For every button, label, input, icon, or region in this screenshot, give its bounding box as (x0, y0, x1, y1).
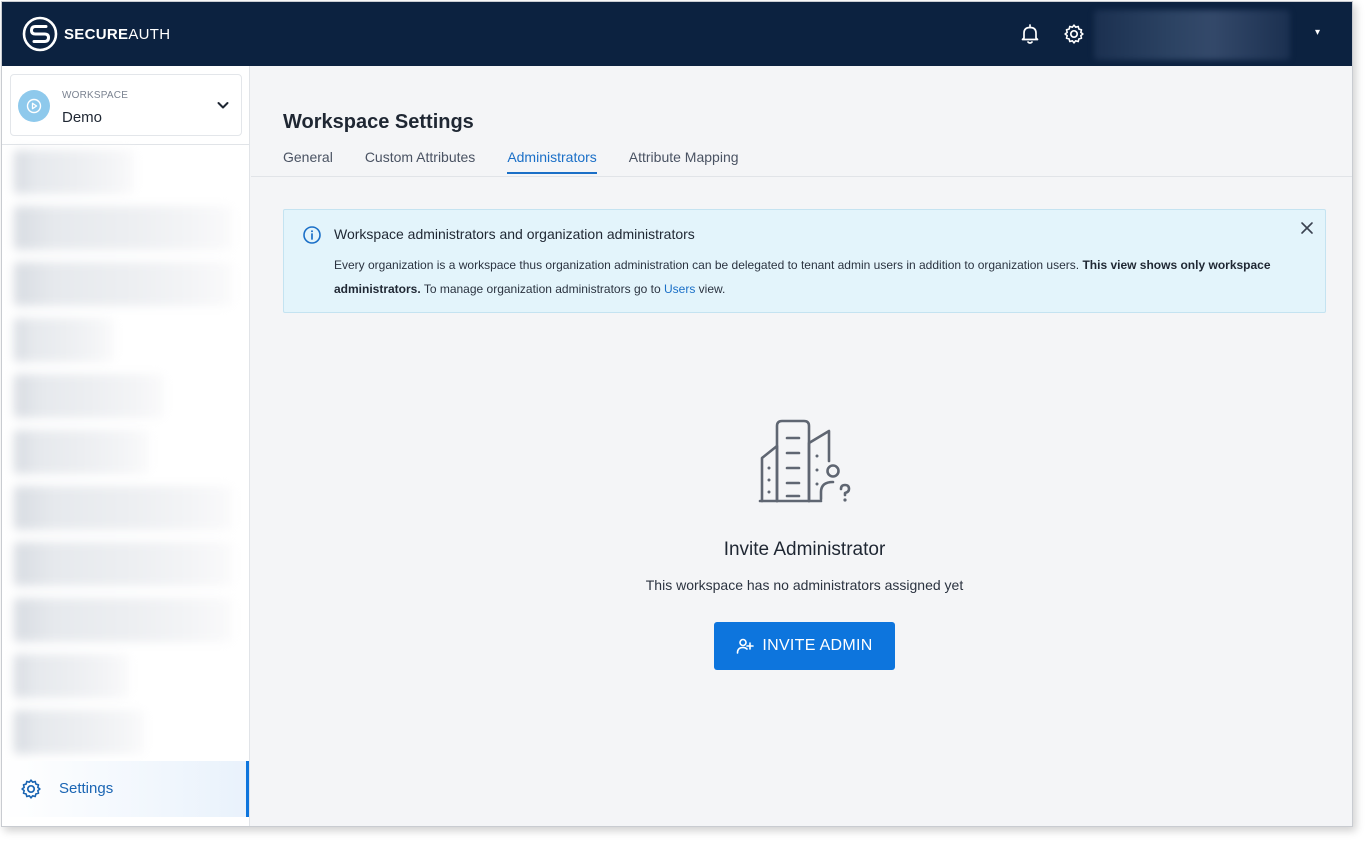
users-link[interactable]: Users (664, 282, 695, 296)
sidebar-item-blurred[interactable] (14, 150, 134, 194)
sidebar-item-blurred[interactable] (14, 374, 164, 418)
banner-text-part: view. (698, 282, 726, 296)
banner-title: Workspace administrators and organizatio… (334, 226, 695, 242)
sidebar-item-blurred[interactable] (14, 654, 129, 698)
bell-icon[interactable] (1018, 22, 1042, 46)
empty-state-subtitle: This workspace has no administrators ass… (645, 577, 964, 593)
gear-icon (21, 779, 41, 799)
info-banner: Workspace administrators and organizatio… (283, 209, 1326, 313)
sidebar-item-blurred[interactable] (14, 318, 114, 362)
sidebar-item-blurred[interactable] (14, 262, 232, 306)
app-window: SECUREAUTH ▾ WORKSPACE Demo Settings Wor… (1, 1, 1353, 827)
sidebar-item-blurred[interactable] (14, 206, 232, 250)
sidebar-item-blurred[interactable] (14, 542, 232, 586)
tab-divider (251, 176, 1352, 177)
banner-text-part: To manage organization administrators go… (423, 282, 661, 296)
user-menu-blurred[interactable] (1094, 10, 1290, 60)
main-content: Workspace Settings General Custom Attrib… (251, 66, 1352, 826)
workspace-label: WORKSPACE (62, 90, 129, 101)
workspace-name: Demo (62, 109, 103, 126)
tab-attribute-mapping[interactable]: Attribute Mapping (629, 149, 739, 174)
workspace-selector[interactable]: WORKSPACE Demo (10, 74, 242, 136)
invite-admin-label: INVITE ADMIN (762, 637, 873, 654)
buildings-user-question-icon (758, 419, 851, 503)
top-bar: SECUREAUTH ▾ (2, 2, 1352, 66)
tab-administrators[interactable]: Administrators (507, 149, 597, 174)
invite-admin-button[interactable]: INVITE ADMIN (714, 622, 895, 670)
info-icon (303, 226, 321, 244)
logo-text: SECUREAUTH (64, 25, 171, 43)
user-menu-caret[interactable]: ▾ (1315, 27, 1320, 38)
sidebar-item-settings[interactable]: Settings (2, 761, 249, 817)
tab-custom-attributes[interactable]: Custom Attributes (365, 149, 476, 174)
user-plus-icon (737, 638, 755, 654)
empty-state-title: Invite Administrator (723, 539, 886, 560)
sidebar-item-label: Settings (59, 780, 114, 797)
sidebar: WORKSPACE Demo Settings (2, 66, 250, 826)
logo[interactable]: SECUREAUTH (22, 16, 170, 52)
banner-text-part: Every organization is a workspace thus o… (334, 258, 1080, 272)
secureauth-logo-icon (22, 16, 58, 52)
sidebar-item-blurred[interactable] (14, 430, 149, 474)
sidebar-item-blurred[interactable] (14, 598, 232, 642)
tab-bar: General Custom Attributes Administrators… (283, 149, 771, 174)
sidebar-divider (2, 144, 250, 145)
close-icon[interactable] (1299, 220, 1315, 236)
tab-general[interactable]: General (283, 149, 333, 174)
banner-text: Every organization is a workspace thus o… (334, 253, 1294, 301)
gear-icon[interactable] (1062, 22, 1086, 46)
sidebar-menu-blurred (14, 150, 232, 754)
sidebar-item-blurred[interactable] (14, 486, 232, 530)
workspace-avatar (18, 90, 50, 122)
chevron-down-icon[interactable] (215, 97, 231, 113)
sidebar-item-blurred[interactable] (14, 710, 144, 754)
play-circle-icon (26, 98, 42, 114)
page-title: Workspace Settings (283, 111, 474, 133)
